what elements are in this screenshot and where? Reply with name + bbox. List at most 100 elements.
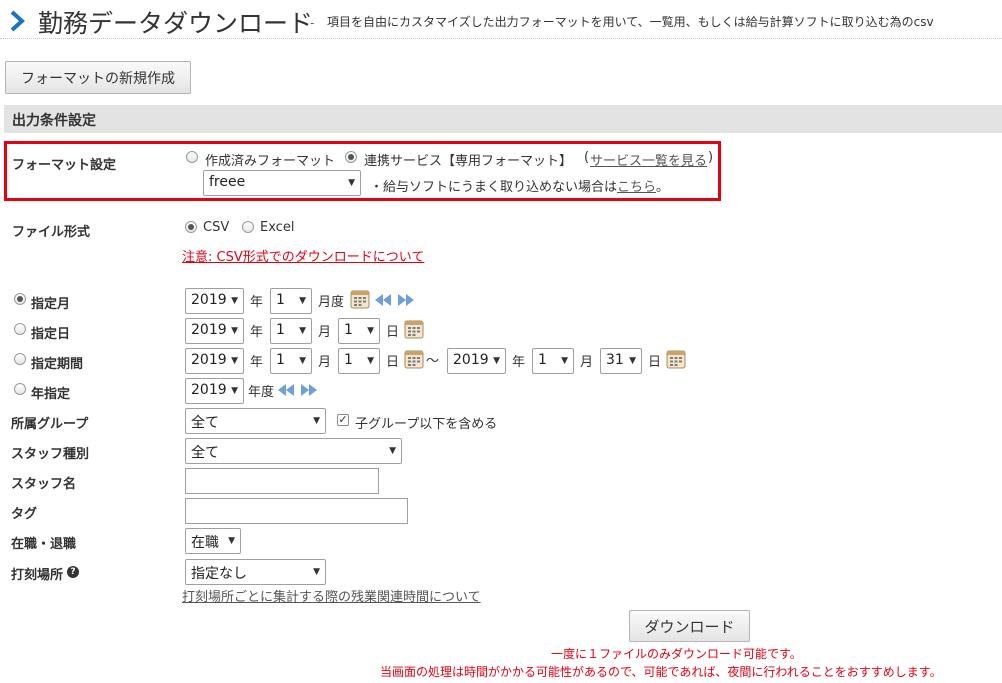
format-radio-service[interactable] bbox=[345, 151, 357, 163]
period-radio-year[interactable] bbox=[14, 383, 26, 395]
location-value: 指定なし bbox=[191, 566, 247, 582]
service-list-link[interactable]: サービス一覧を見る bbox=[590, 150, 707, 169]
range-to-day-unit: 日 bbox=[648, 355, 662, 370]
day-month-unit: 月 bbox=[318, 325, 332, 340]
next-arrows-icon[interactable] bbox=[396, 292, 416, 308]
year-year-value: 2019 bbox=[191, 382, 227, 398]
day-day-unit: 日 bbox=[386, 325, 400, 340]
dropdown-arrow-icon: ▼ bbox=[299, 356, 306, 366]
range-to-day-select[interactable]: 31 ▼ bbox=[600, 348, 642, 374]
dropdown-arrow-icon: ▼ bbox=[228, 536, 235, 546]
page-title: 勤務データダウンロード bbox=[38, 9, 314, 38]
period-range-label: 指定期間 bbox=[31, 357, 84, 372]
day-year-value: 2019 bbox=[191, 322, 227, 338]
period-radio-day[interactable] bbox=[14, 323, 26, 335]
dropdown-arrow-icon: ▼ bbox=[231, 296, 238, 306]
format-radio-existing[interactable] bbox=[186, 151, 198, 163]
month-month-select[interactable]: 1 ▼ bbox=[270, 288, 312, 314]
range-tilde: ～ bbox=[426, 354, 440, 369]
location-overtime-link[interactable]: 打刻場所ごとに集計する際の残業関連時間について bbox=[182, 586, 481, 605]
range-to-year-select[interactable]: 2019 ▼ bbox=[447, 348, 506, 374]
day-day-select[interactable]: 1 ▼ bbox=[338, 318, 380, 344]
file-format-radio-csv[interactable] bbox=[185, 221, 197, 233]
calendar-icon[interactable] bbox=[404, 319, 424, 339]
period-radio-range[interactable] bbox=[14, 353, 26, 365]
dropdown-arrow-icon: ▼ bbox=[299, 296, 306, 306]
dropdown-arrow-icon: ▼ bbox=[389, 446, 396, 456]
download-note-single-file: 一度に１ファイルのみダウンロード可能です。 bbox=[551, 647, 802, 661]
range-from-year-select[interactable]: 2019 ▼ bbox=[185, 348, 244, 374]
prev-arrows-icon[interactable] bbox=[276, 382, 296, 398]
file-format-radio-excel[interactable] bbox=[242, 221, 254, 233]
employment-value: 在職 bbox=[191, 535, 219, 551]
month-year-unit: 年 bbox=[250, 295, 264, 310]
file-format-csv-label: CSV bbox=[203, 220, 230, 235]
dropdown-arrow-icon: ▼ bbox=[367, 356, 374, 366]
staff-name-input[interactable] bbox=[185, 468, 379, 494]
range-to-day-value: 31 bbox=[606, 352, 624, 368]
format-hint-text: ・給与ソフトにうまく取り込めない場合は bbox=[370, 180, 618, 195]
year-year-unit: 年度 bbox=[248, 385, 275, 400]
calendar-icon[interactable] bbox=[666, 349, 686, 369]
group-label: 所属グループ bbox=[11, 417, 89, 432]
format-label: フォーマット設定 bbox=[12, 158, 117, 173]
dropdown-arrow-icon: ▼ bbox=[231, 386, 238, 396]
day-year-select[interactable]: 2019 ▼ bbox=[185, 318, 244, 344]
range-from-month-select[interactable]: 1 ▼ bbox=[270, 348, 312, 374]
range-from-month-value: 1 bbox=[276, 352, 285, 368]
download-button[interactable]: ダウンロード bbox=[629, 610, 750, 642]
dropdown-arrow-icon: ▼ bbox=[493, 356, 500, 366]
dropdown-arrow-icon: ▼ bbox=[313, 416, 320, 426]
page-subtitle: 項目を自由にカスタマイズした出力フォーマットを用いて、一覧用、もしくは給与計算ソ… bbox=[327, 15, 934, 29]
dropdown-arrow-icon: ▼ bbox=[367, 326, 374, 336]
service-select[interactable]: freee ▼ bbox=[203, 170, 361, 196]
range-from-year-value: 2019 bbox=[191, 352, 227, 368]
range-from-day-unit: 日 bbox=[386, 355, 400, 370]
staff-type-label: スタッフ種別 bbox=[11, 447, 90, 462]
range-to-month-select[interactable]: 1 ▼ bbox=[532, 348, 574, 374]
range-from-day-select[interactable]: 1 ▼ bbox=[338, 348, 380, 374]
csv-notice-link[interactable]: 注意: CSV形式でのダウンロードについて bbox=[182, 246, 424, 265]
calendar-icon[interactable] bbox=[350, 289, 370, 309]
format-hint-suffix: 。 bbox=[656, 180, 670, 195]
day-month-select[interactable]: 1 ▼ bbox=[270, 318, 312, 344]
year-year-select[interactable]: 2019 ▼ bbox=[185, 378, 244, 404]
help-icon[interactable]: ? bbox=[67, 566, 79, 578]
next-arrows-icon[interactable] bbox=[299, 382, 319, 398]
prev-arrows-icon[interactable] bbox=[373, 292, 393, 308]
tag-input[interactable] bbox=[185, 498, 408, 524]
location-select[interactable]: 指定なし ▼ bbox=[185, 559, 326, 585]
range-from-day-value: 1 bbox=[344, 352, 353, 368]
group-select[interactable]: 全て ▼ bbox=[185, 408, 326, 434]
dropdown-arrow-icon: ▼ bbox=[299, 326, 306, 336]
format-hint-link[interactable]: こちら bbox=[617, 180, 656, 195]
calendar-icon[interactable] bbox=[404, 349, 424, 369]
range-to-year-unit: 年 bbox=[512, 355, 526, 370]
day-month-value: 1 bbox=[276, 322, 285, 338]
range-to-month-value: 1 bbox=[538, 352, 547, 368]
period-year-label: 年指定 bbox=[31, 387, 71, 402]
range-from-year-unit: 年 bbox=[250, 355, 264, 370]
employment-select[interactable]: 在職 ▼ bbox=[185, 528, 241, 554]
file-format-label: ファイル形式 bbox=[12, 225, 91, 240]
section-title: 出力条件設定 bbox=[4, 105, 1002, 133]
service-link-close-paren: ) bbox=[708, 150, 714, 165]
format-option-existing-label: 作成済みフォーマット bbox=[205, 154, 336, 169]
new-format-button[interactable]: フォーマットの新規作成 bbox=[5, 61, 191, 94]
header-divider bbox=[0, 38, 1002, 39]
month-year-value: 2019 bbox=[191, 292, 227, 308]
month-year-select[interactable]: 2019 ▼ bbox=[185, 288, 244, 314]
dropdown-arrow-icon: ▼ bbox=[561, 356, 568, 366]
group-select-value: 全て bbox=[191, 415, 219, 431]
location-label: 打刻場所 bbox=[11, 568, 64, 583]
period-radio-month[interactable] bbox=[14, 293, 26, 305]
employment-label: 在職・退職 bbox=[11, 537, 77, 552]
title-separator: - bbox=[310, 16, 315, 30]
day-year-unit: 年 bbox=[250, 325, 264, 340]
staff-type-select[interactable]: 全て ▼ bbox=[185, 438, 402, 464]
format-hint: ・給与ソフトにうまく取り込めない場合はこちら。 bbox=[370, 176, 669, 195]
download-note-time: 当画面の処理は時間がかかる可能性があるので、可能であれば、夜間に行われることをお… bbox=[380, 665, 942, 679]
dropdown-arrow-icon: ▼ bbox=[313, 567, 320, 577]
chevron-right-icon bbox=[10, 10, 25, 32]
include-subgroup-checkbox[interactable]: ✓ bbox=[337, 414, 349, 426]
